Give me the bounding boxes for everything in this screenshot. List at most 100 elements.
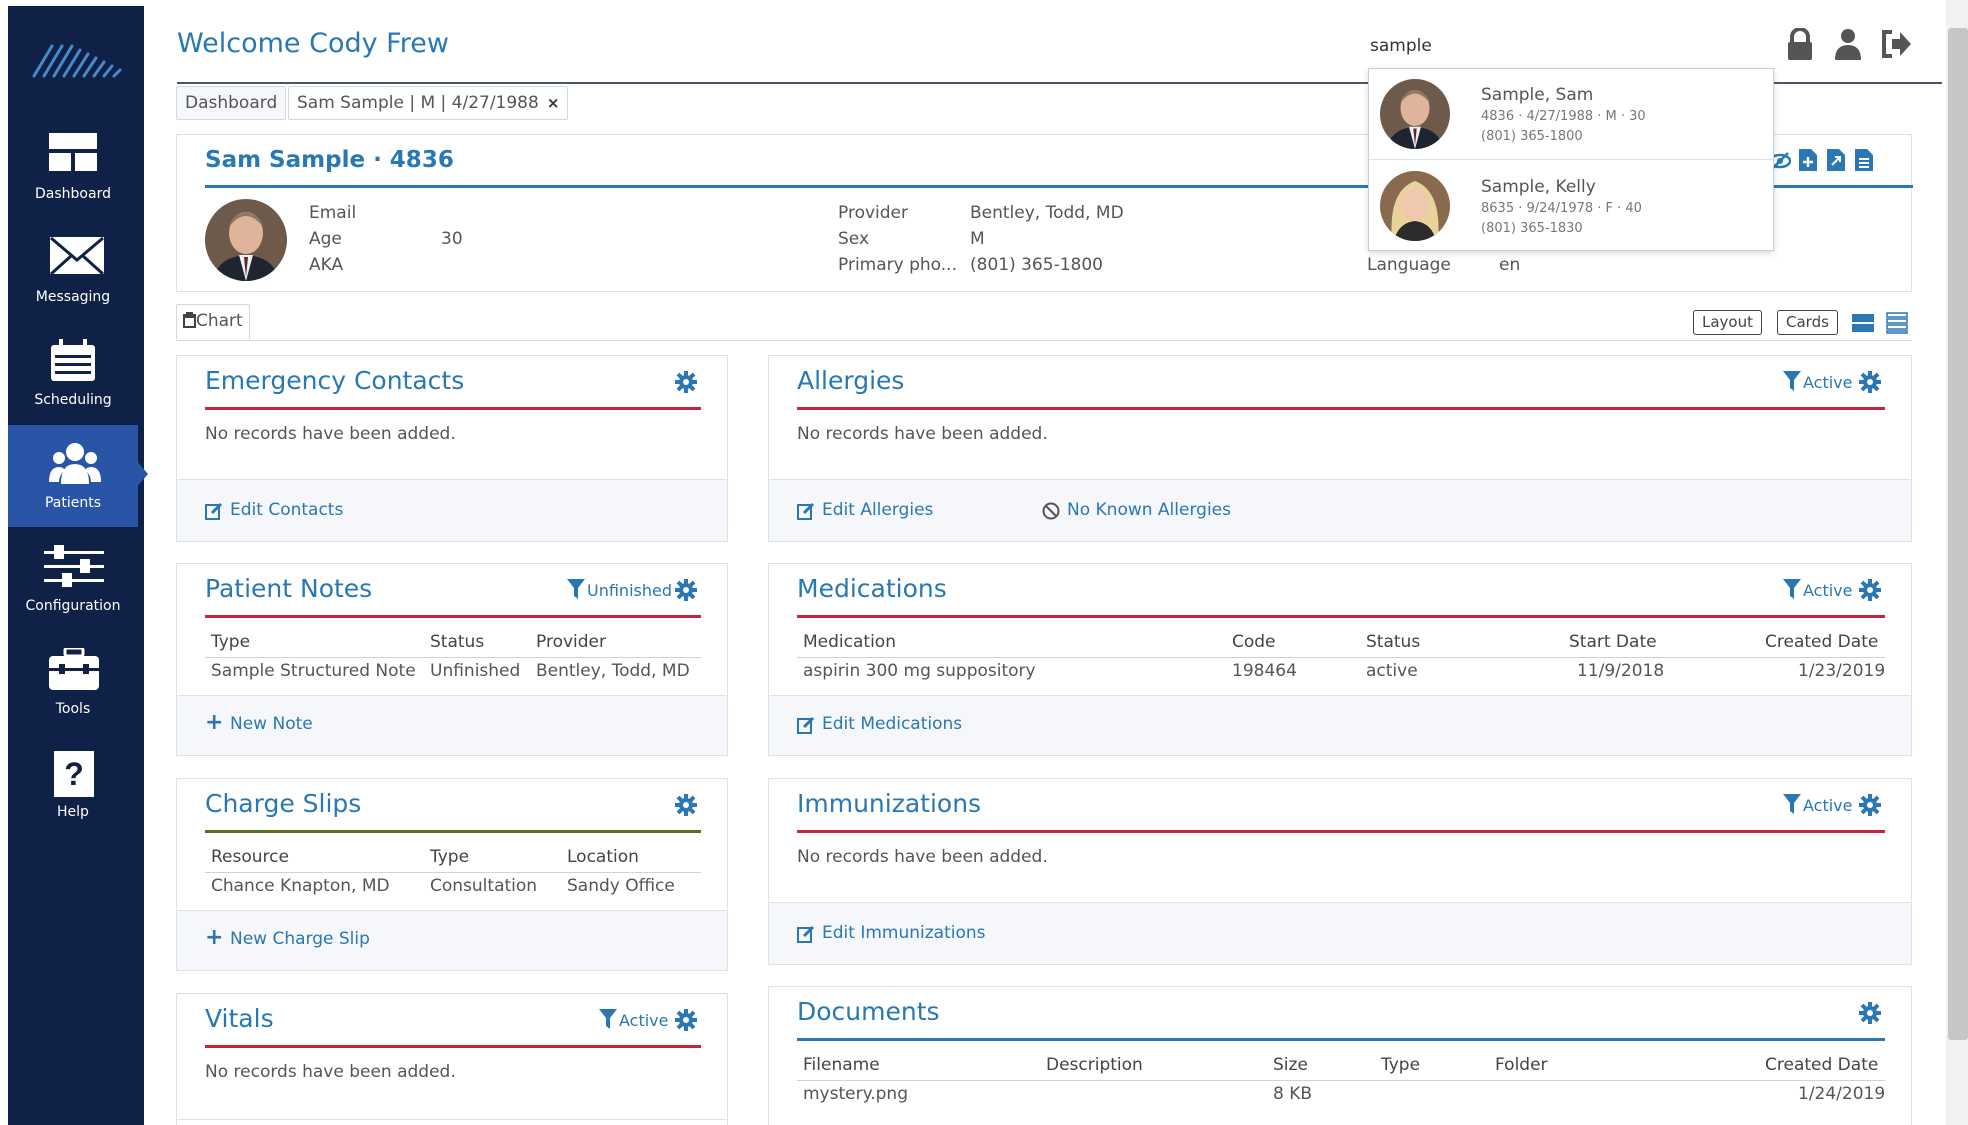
clipboard-icon xyxy=(183,312,196,328)
panel-rule xyxy=(205,1045,701,1048)
edit-icon xyxy=(797,716,815,734)
panel-footer-rule xyxy=(177,1119,727,1120)
search-result-item[interactable]: Sample, Kelly 8635 · 9/24/1978 · F · 40 … xyxy=(1369,161,1773,252)
empty-message: No records have been added. xyxy=(797,847,1048,867)
search-input[interactable]: sample xyxy=(1370,36,1432,56)
edit-contacts-link[interactable]: Edit Contacts xyxy=(230,500,343,520)
empty-message: No records have been added. xyxy=(205,424,456,444)
panel-rule xyxy=(205,830,701,833)
gear-icon[interactable] xyxy=(1859,371,1881,393)
layout-button[interactable]: Layout xyxy=(1693,310,1762,335)
table-cell: 8 KB xyxy=(1273,1084,1313,1104)
result-avatar xyxy=(1380,171,1450,241)
gear-icon[interactable] xyxy=(675,579,697,601)
column-header: Filename xyxy=(803,1055,880,1075)
tab-dashboard[interactable]: Dashboard xyxy=(176,86,287,120)
filter-icon[interactable] xyxy=(567,579,585,599)
nav-patients[interactable]: Patients xyxy=(8,425,148,527)
nav-label: Tools xyxy=(55,701,91,717)
aka-label: AKA xyxy=(309,255,344,275)
close-icon[interactable]: × xyxy=(547,94,560,112)
documents-panel: Documents Filename Description Size Type… xyxy=(768,986,1912,1125)
patient-notes-panel: Patient Notes Unfinished Type Status Pro… xyxy=(176,563,728,756)
column-header: Description xyxy=(1046,1055,1143,1075)
nav-messaging[interactable]: Messaging xyxy=(8,219,138,321)
result-meta: 8635 · 9/24/1978 · F · 40 xyxy=(1481,201,1642,216)
document-icon[interactable] xyxy=(1855,149,1873,171)
page-scroll-track[interactable] xyxy=(1946,0,1968,1125)
nav-tools[interactable]: Tools xyxy=(8,631,138,733)
gear-icon[interactable] xyxy=(675,794,697,816)
phone-label: Primary pho... xyxy=(838,255,957,275)
new-charge-slip-link[interactable]: New Charge Slip xyxy=(230,929,370,949)
table-cell: Sandy Office xyxy=(567,876,675,896)
nav-label: Dashboard xyxy=(35,186,111,202)
calendar-icon xyxy=(51,339,95,381)
immunizations-filter[interactable]: Active xyxy=(1803,796,1853,815)
nav-label: Scheduling xyxy=(34,392,112,408)
table-cell: Sample Structured Note xyxy=(211,661,416,681)
new-document-icon[interactable] xyxy=(1799,149,1817,171)
gear-icon[interactable] xyxy=(675,371,697,393)
cards-button[interactable]: Cards xyxy=(1777,310,1838,335)
panel-rule xyxy=(797,615,1885,618)
compact-rows-icon[interactable] xyxy=(1886,312,1908,334)
table-cell: Consultation xyxy=(430,876,538,896)
tab-chart[interactable]: Chart xyxy=(176,304,250,340)
filter-icon[interactable] xyxy=(1783,794,1801,814)
toolbox-icon xyxy=(49,648,99,690)
allergies-filter[interactable]: Active xyxy=(1803,373,1853,392)
medications-filter[interactable]: Active xyxy=(1803,581,1853,600)
gear-icon[interactable] xyxy=(1859,794,1881,816)
filter-icon[interactable] xyxy=(1783,579,1801,599)
gear-icon[interactable] xyxy=(1859,579,1881,601)
panel-footer: Edit Immunizations xyxy=(769,902,1911,964)
gear-icon[interactable] xyxy=(1859,1002,1881,1024)
edit-icon xyxy=(797,925,815,943)
wide-rows-icon[interactable] xyxy=(1852,312,1874,334)
edit-immunizations-link[interactable]: Edit Immunizations xyxy=(822,923,986,943)
nav-scheduling[interactable]: Scheduling xyxy=(8,322,138,424)
export-document-icon[interactable] xyxy=(1827,149,1845,171)
page-scrollbar[interactable] xyxy=(1948,28,1968,1040)
plus-icon: + xyxy=(205,925,224,950)
filter-icon[interactable] xyxy=(599,1009,617,1029)
no-known-allergies-link[interactable]: No Known Allergies xyxy=(1067,500,1231,520)
panel-title: Charge Slips xyxy=(205,789,362,818)
column-header: Created Date xyxy=(1765,632,1879,652)
edit-medications-link[interactable]: Edit Medications xyxy=(822,714,962,734)
search-results-dropdown: Sample, Sam 4836 · 4/27/1988 · M · 30 (8… xyxy=(1368,68,1774,251)
sidebar: Dashboard Messaging Scheduling Patients … xyxy=(8,6,148,1125)
nav-configuration[interactable]: Configuration xyxy=(8,528,138,630)
plus-icon: + xyxy=(205,710,224,735)
filter-icon[interactable] xyxy=(1783,371,1801,391)
panel-rule xyxy=(797,407,1885,410)
chart-tab-label: Chart xyxy=(196,311,243,331)
new-note-link[interactable]: New Note xyxy=(230,714,313,734)
result-name: Sample, Sam xyxy=(1481,85,1594,105)
edit-allergies-link[interactable]: Edit Allergies xyxy=(822,500,933,520)
header-rule xyxy=(205,657,701,658)
user-icon[interactable] xyxy=(1834,28,1862,60)
allergies-panel: Allergies Active No records have been ad… xyxy=(768,355,1912,542)
provider-label: Provider xyxy=(838,203,908,223)
panel-footer: + New Note xyxy=(177,695,727,755)
column-header: Medication xyxy=(803,632,896,652)
chart-tab-rule xyxy=(176,340,1912,341)
nav-label: Patients xyxy=(44,495,102,511)
nav-dashboard[interactable]: Dashboard xyxy=(8,116,138,218)
patient-title: Sam Sample · 4836 xyxy=(205,147,454,173)
column-header: Folder xyxy=(1495,1055,1548,1075)
search-result-item[interactable]: Sample, Sam 4836 · 4/27/1988 · M · 30 (8… xyxy=(1369,69,1773,160)
logout-icon[interactable] xyxy=(1880,28,1912,60)
result-name: Sample, Kelly xyxy=(1481,177,1596,197)
nav-help[interactable]: ? Help xyxy=(8,734,138,836)
notes-filter[interactable]: Unfinished xyxy=(587,581,672,600)
table-cell: 11/9/2018 xyxy=(1577,661,1665,681)
empty-message: No records have been added. xyxy=(205,1062,456,1082)
gear-icon[interactable] xyxy=(675,1009,697,1031)
tab-patient[interactable]: Sam Sample | M | 4/27/1988 × xyxy=(288,86,569,120)
lock-icon[interactable] xyxy=(1786,28,1814,60)
vitals-filter[interactable]: Active xyxy=(619,1011,669,1030)
edit-icon xyxy=(205,502,223,520)
